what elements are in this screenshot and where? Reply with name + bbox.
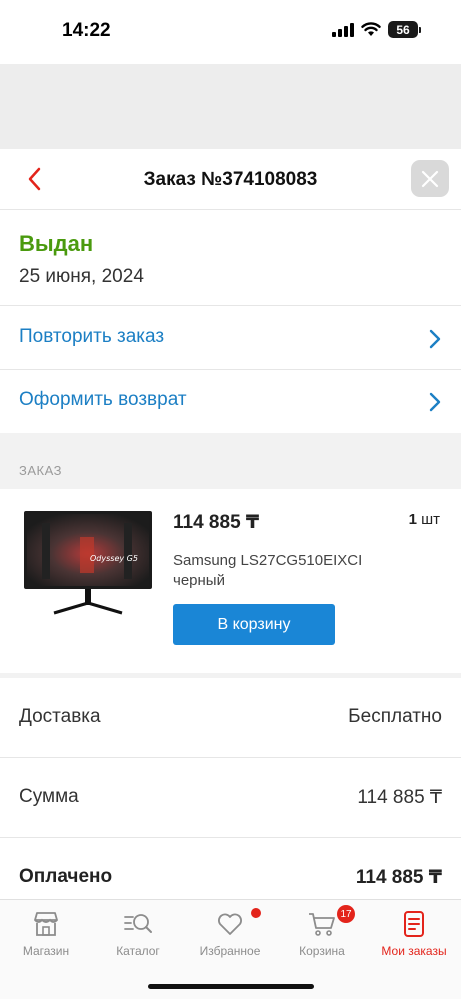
product-price: 114 885 ₸ — [173, 512, 260, 533]
order-status-block: Выдан 25 июня, 2024 — [0, 211, 461, 306]
cellular-signal-icon — [332, 22, 354, 37]
sum-label: Сумма — [19, 786, 79, 807]
status-icons: 56 — [332, 21, 421, 38]
summary-row-delivery: Доставка Бесплатно — [0, 678, 461, 758]
paid-value: 114 885 ₸ — [355, 867, 442, 888]
close-button[interactable] — [411, 160, 449, 197]
catalog-search-icon — [124, 914, 152, 933]
chevron-right-icon — [429, 329, 441, 349]
tab-cart[interactable]: 17 Корзина — [276, 900, 368, 970]
close-icon — [421, 170, 439, 187]
tab-label: Каталог — [116, 944, 160, 958]
tab-my-orders[interactable]: Мои заказы — [368, 900, 460, 970]
order-header: Заказ №374108083 — [0, 149, 461, 210]
product-name[interactable]: Samsung LS27CG510EIXCI черный — [173, 551, 403, 591]
chevron-right-icon — [429, 392, 441, 412]
tab-catalog[interactable]: Каталог — [92, 900, 184, 970]
orders-icon — [404, 911, 424, 937]
quantity-unit: шт — [421, 511, 440, 528]
add-to-cart-button[interactable]: В корзину — [173, 604, 335, 645]
battery-level: 56 — [388, 21, 418, 38]
delivery-label: Доставка — [19, 706, 101, 727]
order-date: 25 июня, 2024 — [19, 266, 144, 287]
quantity-number: 1 — [408, 511, 417, 528]
tab-label: Избранное — [199, 944, 261, 958]
order-section-header: ЗАКАЗ — [0, 433, 461, 489]
tab-label: Магазин — [22, 944, 70, 958]
return-order-row[interactable]: Оформить возврат — [0, 370, 461, 433]
store-icon — [34, 912, 58, 936]
home-indicator — [148, 984, 314, 989]
return-order-label: Оформить возврат — [19, 389, 187, 410]
tab-store[interactable]: Магазин — [0, 900, 92, 970]
battery-icon: 56 — [388, 21, 421, 38]
favorites-badge-dot — [251, 908, 261, 918]
repeat-order-row[interactable]: Повторить заказ — [0, 307, 461, 370]
repeat-order-label: Повторить заказ — [19, 326, 165, 347]
tab-favorites[interactable]: Избранное — [184, 900, 276, 970]
status-bar: 14:22 56 — [0, 0, 461, 64]
product-quantity: 1 шт — [409, 511, 440, 528]
backdrop-band — [0, 64, 461, 149]
product-image[interactable]: Odyssey G5 — [24, 509, 152, 621]
sum-value: 114 885 ₸ — [357, 787, 442, 808]
tab-label: Мои заказы — [381, 944, 447, 958]
product-image-text: Odyssey G5 — [90, 554, 138, 563]
delivery-value: Бесплатно — [348, 706, 442, 727]
tab-label: Корзина — [299, 944, 345, 958]
summary-row-sum: Сумма 114 885 ₸ — [0, 758, 461, 838]
order-status: Выдан — [19, 231, 94, 256]
cart-badge: 17 — [337, 905, 355, 923]
wifi-icon — [361, 22, 381, 36]
status-time: 14:22 — [62, 20, 111, 41]
paid-label: Оплачено — [19, 866, 113, 887]
heart-icon — [218, 913, 242, 935]
section-label: ЗАКАЗ — [19, 463, 62, 478]
page-title: Заказ №374108083 — [143, 169, 318, 190]
cart-icon — [309, 913, 335, 936]
product-item: Odyssey G5 114 885 ₸ 1 шт Samsung LS27CG… — [0, 489, 461, 673]
